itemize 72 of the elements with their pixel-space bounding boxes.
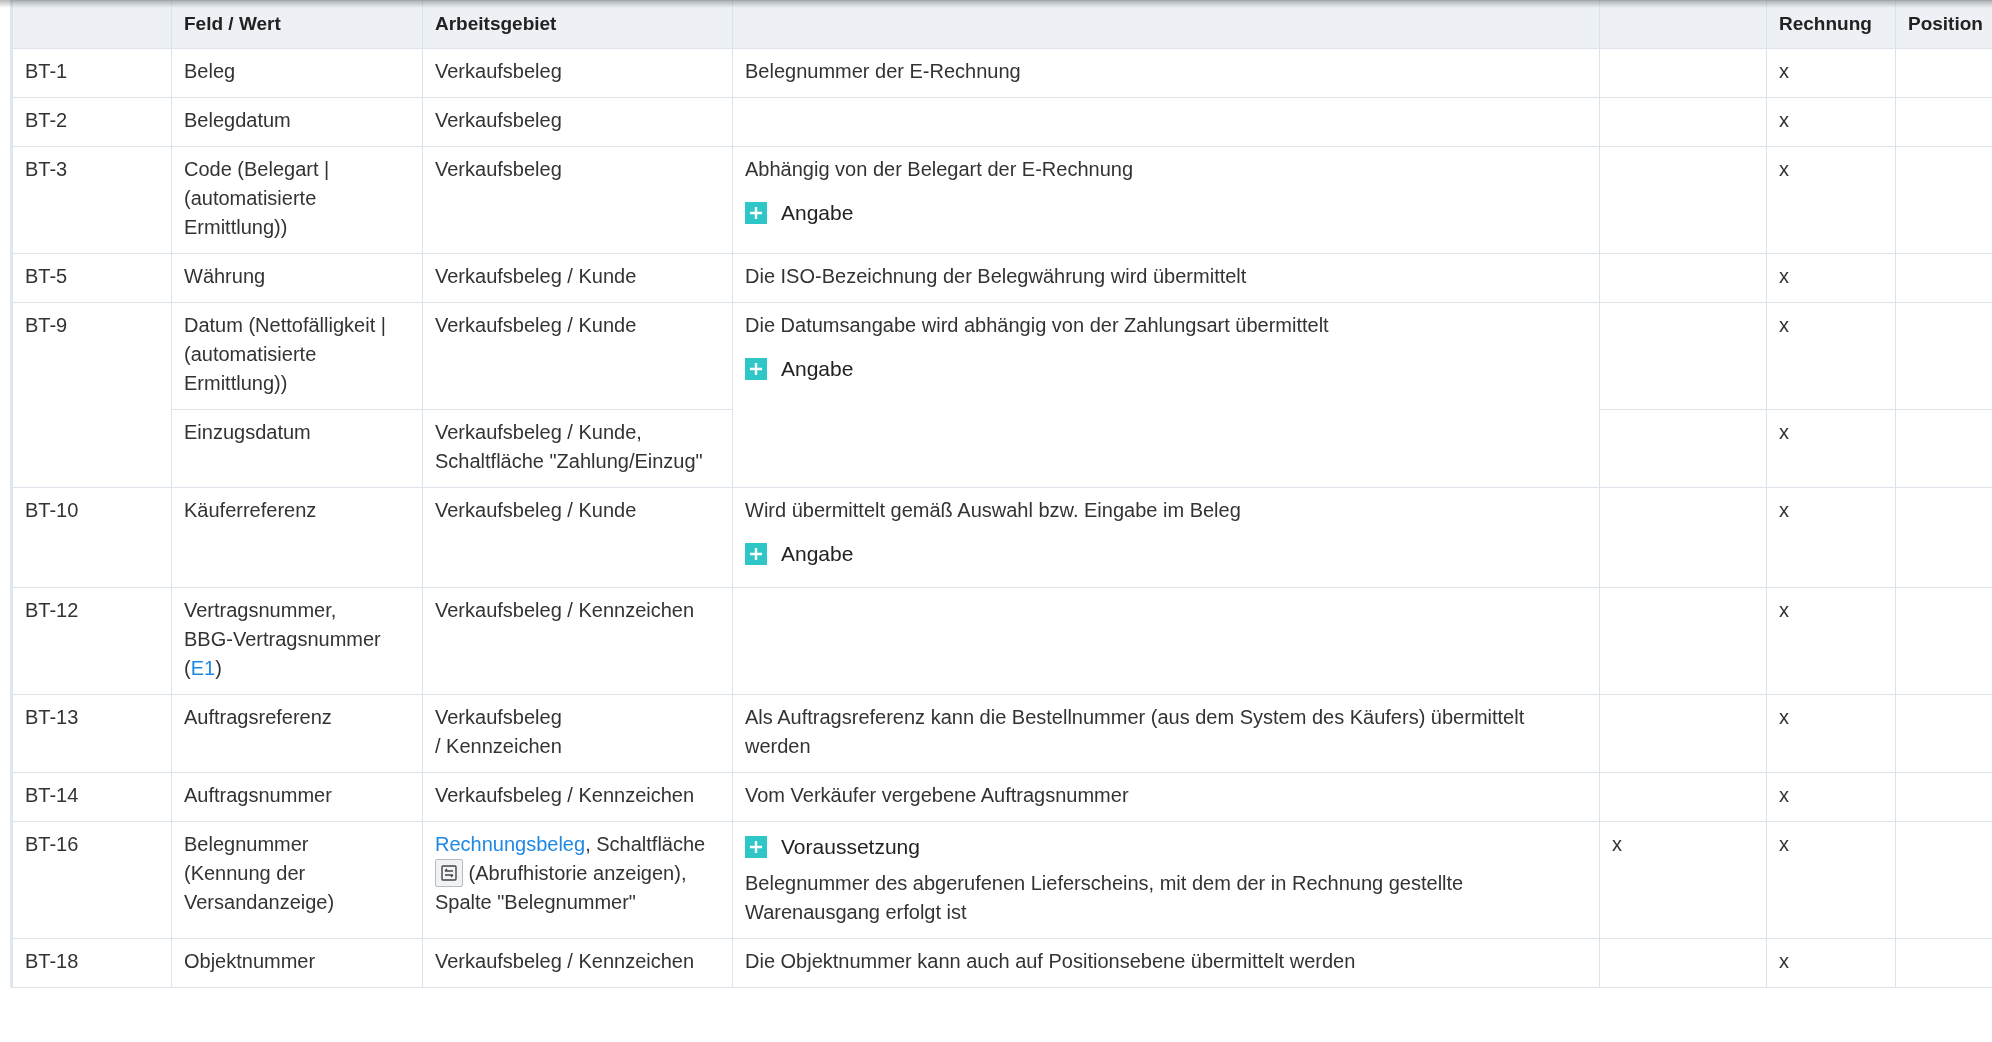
expander-toggle[interactable]: Angabe [745,539,854,568]
plus-icon [745,201,767,224]
mark-text: x [1779,833,1789,855]
mark-text: x [1779,499,1789,521]
mark-text: x [1779,599,1789,621]
description-text: Abhängig von der Belegart der E-Rechnung [745,157,1135,182]
plus-icon [745,542,767,565]
description-text: Die ISO-Bezeichnung der Belegwährung wird übermittelt [745,264,1248,289]
description-text: Die Objektnummer kann auch auf Positionsebene übermittelt werden [745,949,1357,974]
field-name: Auftragsnummer [184,784,332,806]
mark-text: x [1779,265,1789,287]
column-header: Position [1895,0,1992,49]
field-name: Einzugsdatum [184,421,311,443]
mark-text: x [1779,314,1789,336]
bt-code: BT-10 [25,499,79,521]
plus-icon [745,835,767,858]
area-text: Verkaufsbeleg / Kennzeichen [435,784,695,806]
field-name: Vertragsnummer, BBG-Vertragsnummer (E1) [184,599,381,679]
expander-toggle[interactable]: Voraussetzung [745,832,920,861]
bt-code: BT-18 [25,950,79,972]
area-text: Verkaufsbeleg [435,60,562,82]
field-name: Datum (Nettofälligkeit | (automatisierte Ermittlung)) [184,314,386,394]
mark-text: x [1779,421,1789,443]
expander-toggle[interactable]: Angabe [745,198,854,227]
bt-code: BT-9 [25,314,68,336]
bt-code: BT-12 [25,599,79,621]
description-text: Die Datumsangabe wird abhängig von der Zahlungsart übermittelt [745,313,1330,338]
mark-text: x [1779,950,1789,972]
description-text: Belegnummer des abgerufenen Lieferscheins, mit dem der in Rechnung gestellte Warenausgang erfolgt ist [745,871,1465,925]
description-text: Als Auftragsreferenz kann die Bestellnummer (aus dem System des Käufers) übermittelt werden [745,705,1526,759]
bt-code: BT-16 [25,833,79,855]
field-name: Belegnummer (Kennung der Versandanzeige) [184,833,335,913]
bt-code: BT-5 [25,265,68,287]
mark-text: x [1779,109,1789,131]
history-icon[interactable] [435,859,463,888]
bt-code: BT-2 [25,109,68,131]
area-text: Verkaufsbeleg [435,109,562,131]
column-header: Feld / Wert [171,0,423,49]
mark-text: x [1779,60,1789,82]
field-name: Belegdatum [184,109,291,131]
area-text: Verkaufsbeleg / Kunde [435,499,637,521]
bt-code: BT-1 [25,60,68,82]
field-name: Beleg [184,60,236,82]
field-name: Auftragsreferenz [184,706,332,728]
description-text: Vom Verkäufer vergebene Auftragsnummer [745,783,1130,808]
area-text: Verkaufsbeleg / Kennzeichen [435,950,695,972]
description-text: Belegnummer der E-Rechnung [745,59,1022,84]
link[interactable]: E1 [190,657,216,679]
area-text: Rechnungsbeleg, Schaltfläche (Abrufhistorie anzeigen), Spalte "Belegnummer" [435,833,706,914]
area-text: Verkaufsbeleg / Kunde, Schaltfläche "Zahlung/Einzug" [435,421,703,472]
mark-text: x [1612,833,1622,855]
area-text: Verkaufsbeleg / Kennzeichen [435,706,562,757]
expander-toggle[interactable]: Angabe [745,354,854,383]
field-name: Käuferreferenz [184,499,317,521]
mark-text: x [1779,158,1789,180]
area-text: Verkaufsbeleg / Kunde [435,314,637,336]
mark-text: x [1779,706,1789,728]
column-header: Rechnung [1766,0,1896,49]
field-name: Code (Belegart | (automatisierte Ermittlung)) [184,158,330,238]
bt-code: BT-14 [25,784,79,806]
mark-text: x [1779,784,1789,806]
area-text: Verkaufsbeleg [435,158,562,180]
description-text: Wird übermittelt gemäß Auswahl bzw. Eingabe im Beleg [745,498,1242,523]
bt-code: BT-3 [25,158,68,180]
plus-icon [745,357,767,380]
field-name: Objektnummer [184,950,316,972]
area-text: Verkaufsbeleg / Kunde [435,265,637,287]
bt-code: BT-13 [25,706,79,728]
area-text: Verkaufsbeleg / Kennzeichen [435,599,695,621]
field-name: Währung [184,265,266,287]
column-header: Arbeitsgebiet [422,0,733,49]
link[interactable]: Rechnungsbeleg [435,833,586,855]
